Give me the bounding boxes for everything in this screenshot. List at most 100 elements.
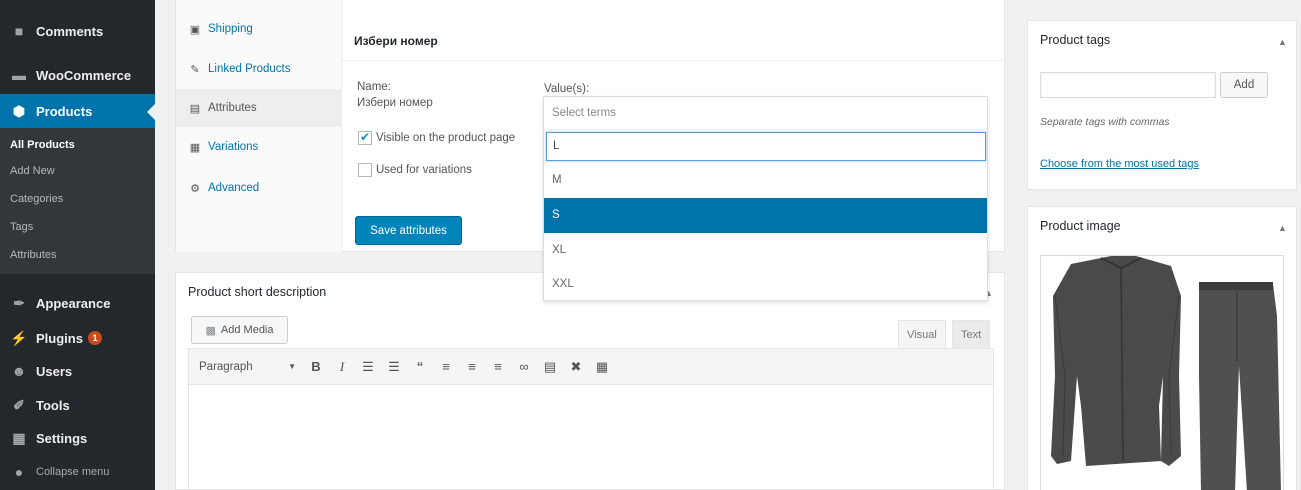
link-icon[interactable]: ∞: [512, 355, 536, 379]
menu-item-tools[interactable]: ✐ Tools: [0, 388, 155, 422]
checkbox-unchecked[interactable]: [358, 163, 372, 177]
submenu-categories[interactable]: Categories: [10, 193, 63, 205]
tab-shipping[interactable]: ▣ Shipping: [176, 10, 342, 48]
product-image[interactable]: [1040, 255, 1284, 490]
terms-search-input[interactable]: L: [546, 132, 986, 161]
term-option-m[interactable]: M: [544, 163, 987, 198]
submenu-attributes[interactable]: Attributes: [10, 249, 56, 261]
tab-label: Attributes: [208, 102, 257, 114]
tracksuit-image: [1051, 256, 1281, 490]
term-option-s[interactable]: S: [544, 198, 987, 233]
menu-item-appearance[interactable]: ✒ Appearance: [0, 286, 155, 320]
fullscreen-icon[interactable]: ✖: [564, 355, 588, 379]
attribute-name-value: Избери номер: [357, 97, 433, 109]
most-used-tags-link[interactable]: Choose from the most used tags: [1040, 158, 1199, 170]
menu-item-label: Comments: [36, 23, 104, 39]
product-short-description-box: Product short description ▲ ▩ Add Media …: [175, 272, 1005, 490]
add-media-button[interactable]: ▩ Add Media: [191, 316, 288, 344]
wrench-icon: ✐: [13, 396, 25, 413]
tab-label: Shipping: [208, 23, 253, 35]
attribute-title[interactable]: Избери номер: [354, 34, 438, 48]
term-option-xl[interactable]: XL: [544, 233, 987, 268]
checkbox-label: Visible on the product page: [376, 132, 516, 144]
save-attributes-button[interactable]: Save attributes: [355, 216, 462, 245]
admin-sidebar: ■ Comments ▬ WooCommerce ⬢ Products All …: [0, 0, 155, 490]
tab-visual[interactable]: Visual: [898, 320, 946, 348]
menu-item-label: WooCommerce: [36, 67, 132, 83]
used-for-variations-checkbox[interactable]: Used for variations: [358, 163, 472, 177]
tab-text[interactable]: Text: [952, 320, 991, 348]
menu-item-settings[interactable]: ▦ Settings: [0, 421, 155, 455]
menu-item-products[interactable]: ⬢ Products: [0, 94, 155, 128]
products-submenu: All Products Add New Categories Tags Att…: [0, 128, 155, 274]
menu-item-label: Settings: [36, 430, 88, 446]
visible-on-product-page-checkbox[interactable]: Visible on the product page: [358, 130, 516, 145]
grid-icon: ▦: [189, 141, 201, 154]
bold-icon[interactable]: B: [304, 355, 328, 379]
menu-item-woocommerce[interactable]: ▬ WooCommerce: [0, 58, 155, 92]
select-terms-placeholder[interactable]: Select terms: [544, 97, 987, 130]
checkbox-checked[interactable]: [358, 130, 372, 145]
tab-variations[interactable]: ▦ Variations: [176, 128, 342, 166]
new-tag-input[interactable]: [1040, 72, 1216, 98]
bullet-list-icon[interactable]: ☰: [356, 355, 380, 379]
checkbox-label: Used for variations: [376, 164, 472, 176]
menu-item-comments[interactable]: ■ Comments: [0, 14, 155, 48]
divider: [342, 60, 1006, 61]
product-data-tabs: ▣ Shipping ✎ Linked Products ▤ Attribute…: [176, 0, 342, 252]
submenu-add-new[interactable]: Add New: [10, 165, 55, 177]
attribute-terms-dropdown[interactable]: Select terms L M S XL XXL: [543, 96, 988, 301]
tab-linked-products[interactable]: ✎ Linked Products: [176, 50, 342, 88]
box-title: Product image: [1040, 219, 1121, 233]
menu-item-users[interactable]: ☻ Users: [0, 354, 155, 388]
editor-toolbar: Paragraph ▼ B I ☰ ☰ “ ≡ ≡ ≡ ∞ ▤ ✖ ▦: [189, 349, 993, 385]
add-tag-button[interactable]: Add: [1220, 72, 1268, 98]
tab-label: Advanced: [208, 182, 260, 194]
add-media-label: Add Media: [220, 324, 274, 336]
align-right-icon[interactable]: ≡: [486, 355, 510, 379]
chevron-down-icon: ▼: [288, 362, 296, 371]
box-title: Product short description: [188, 285, 327, 299]
format-select[interactable]: Paragraph ▼: [199, 355, 304, 379]
toolbar-toggle-icon[interactable]: ▦: [590, 355, 614, 379]
settings-icon: ▦: [12, 429, 26, 446]
product-tags-box: Product tags ▲ Add Separate tags with co…: [1027, 20, 1297, 190]
read-more-icon[interactable]: ▤: [538, 355, 562, 379]
plugin-icon: ⚡: [10, 329, 28, 346]
tab-attributes[interactable]: ▤ Attributes: [176, 89, 342, 127]
term-option-xxl[interactable]: XXL: [544, 267, 987, 302]
collapse-toggle-icon[interactable]: ▲: [1278, 37, 1287, 47]
woocommerce-icon: ▬: [12, 67, 26, 83]
submenu-all-products[interactable]: All Products: [10, 139, 75, 151]
menu-item-label: Appearance: [36, 295, 111, 311]
submenu-tags[interactable]: Tags: [10, 221, 33, 233]
tab-label: Linked Products: [208, 63, 291, 75]
products-icon: ⬢: [12, 102, 26, 119]
tab-advanced[interactable]: ⚙ Advanced: [176, 169, 342, 207]
comment-icon: ■: [14, 23, 24, 39]
menu-item-label: Products: [36, 103, 93, 119]
menu-item-label: Plugins: [36, 330, 83, 346]
blockquote-icon[interactable]: “: [408, 355, 432, 379]
media-icon: ▩: [205, 324, 216, 337]
attribute-name-label: Name:: [357, 81, 391, 93]
users-icon: ☻: [11, 363, 27, 379]
align-left-icon[interactable]: ≡: [434, 355, 458, 379]
truck-icon: ▣: [189, 23, 201, 36]
attribute-values-label: Value(s):: [544, 83, 590, 95]
paintbrush-icon: ✒: [13, 294, 25, 311]
format-select-value: Paragraph: [199, 360, 253, 373]
menu-item-plugins[interactable]: ⚡ Plugins 1: [0, 321, 155, 355]
numbered-list-icon[interactable]: ☰: [382, 355, 406, 379]
menu-item-label: Tools: [36, 397, 70, 413]
product-image-box: Product image ▲: [1027, 206, 1297, 490]
menu-item-label: Users: [36, 363, 73, 379]
align-center-icon[interactable]: ≡: [460, 355, 484, 379]
collapse-icon: ●: [14, 464, 24, 480]
collapse-toggle-icon[interactable]: ▲: [1278, 223, 1287, 233]
update-count-badge: 1: [87, 331, 102, 345]
collapse-menu-button[interactable]: ● Collapse menu: [0, 455, 155, 489]
menu-item-label: Collapse menu: [36, 466, 110, 478]
link-icon: ✎: [190, 63, 200, 76]
italic-icon[interactable]: I: [330, 355, 354, 379]
